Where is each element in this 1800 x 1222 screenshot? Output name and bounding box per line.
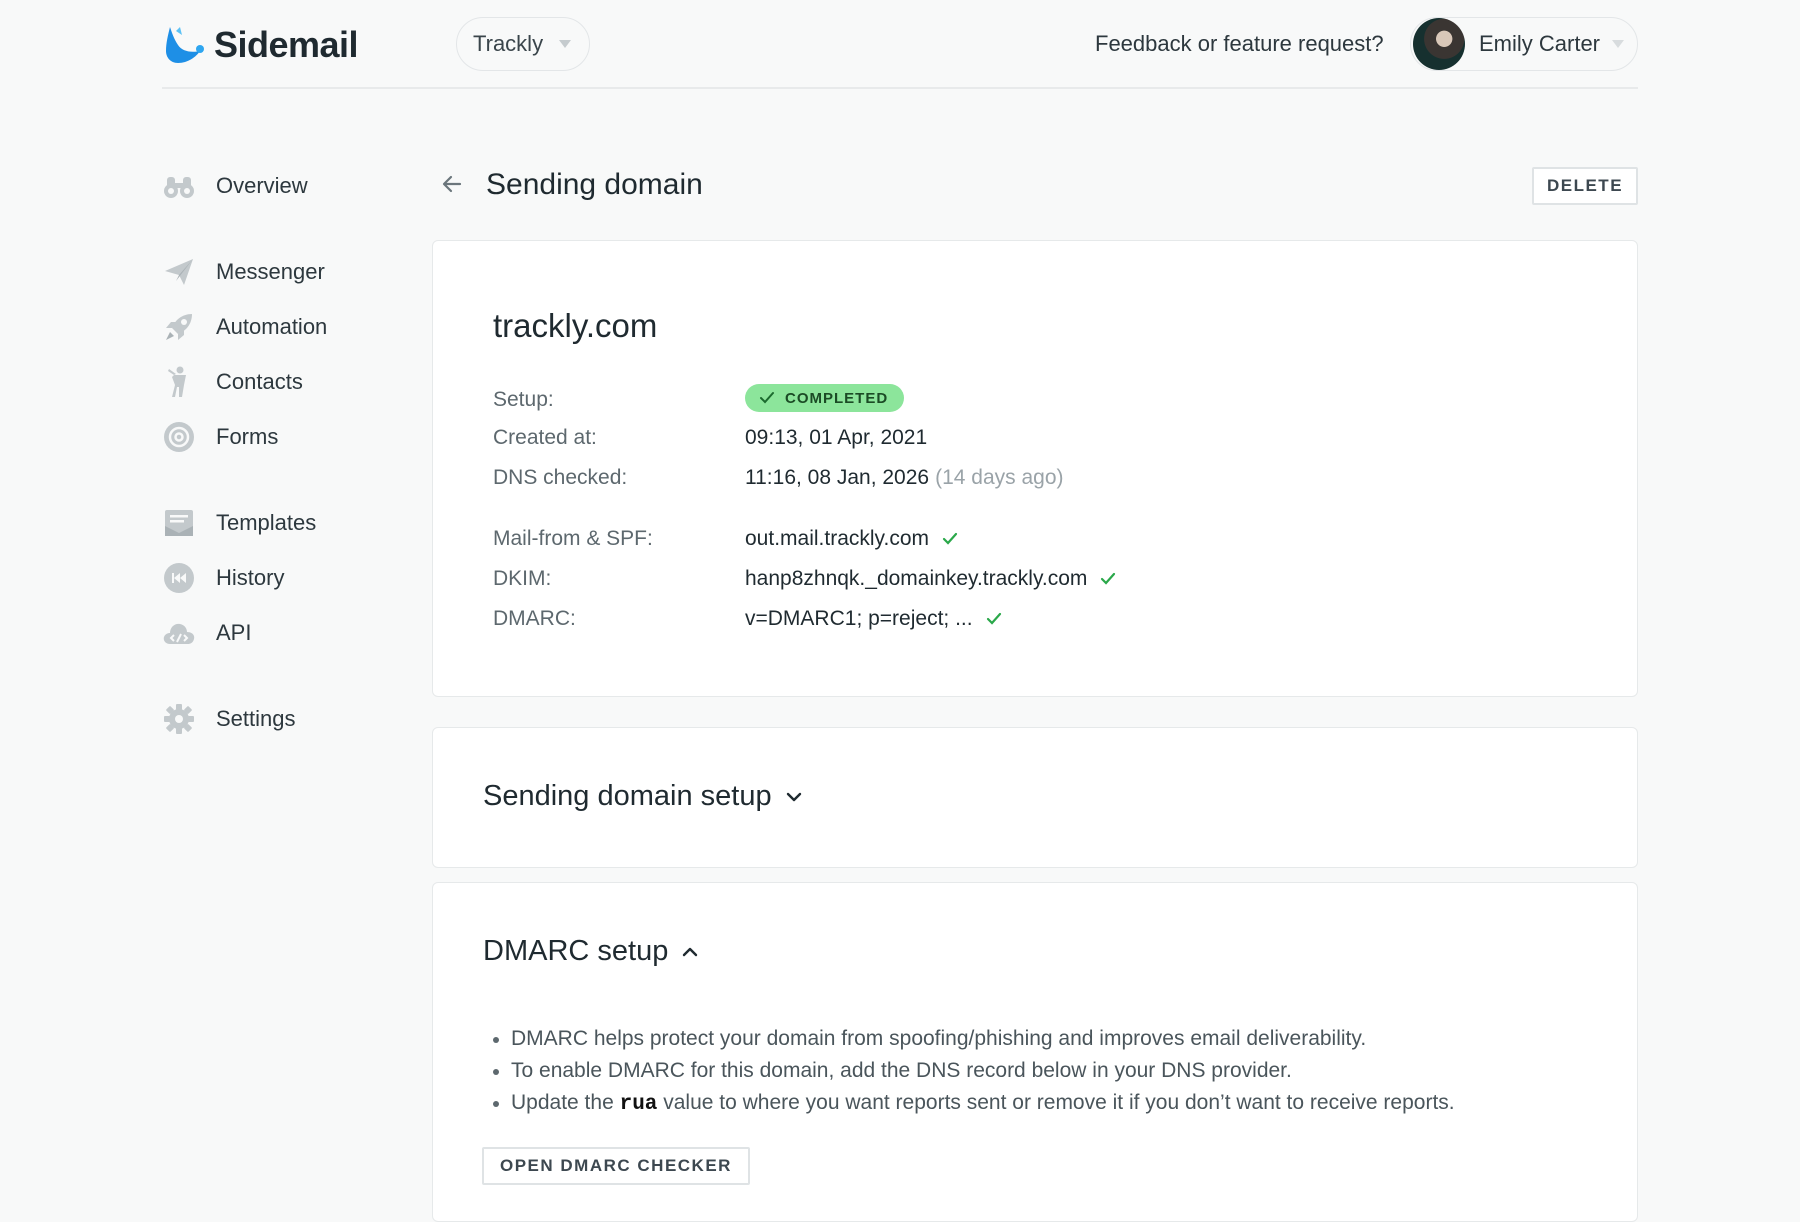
paper-plane-icon: [165, 259, 193, 285]
dns-relative-time: (14 days ago): [935, 466, 1064, 489]
brand-name: Sidemail: [214, 24, 359, 65]
check-icon: [1101, 572, 1116, 585]
list-item: To enable DMARC for this domain, add the…: [493, 1055, 1455, 1087]
sidebar-item-label: Automation: [216, 314, 328, 339]
sidebar-item-label: Forms: [216, 424, 279, 449]
section-title: DMARC setup: [483, 935, 669, 967]
status-badge-label: COMPLETED: [785, 389, 889, 407]
sidebar-item-label: API: [216, 620, 252, 645]
sidebar-item-messenger[interactable]: Messenger: [162, 252, 325, 292]
gear-icon: [164, 704, 194, 734]
top-header: Sidemail Trackly Feedback or feature req…: [162, 0, 1638, 89]
check-icon: [986, 612, 1001, 625]
dns-label: DNS checked:: [493, 466, 628, 489]
sending-domain-setup-toggle[interactable]: Sending domain setup: [483, 780, 804, 813]
dns-value: 11:16, 08 Jan, 2026 (14 days ago): [745, 466, 1064, 490]
dmarc-info-list: DMARC helps protect your domain from spo…: [493, 1023, 1455, 1121]
check-icon: [942, 532, 958, 545]
sidebar-item-overview[interactable]: Overview: [162, 166, 308, 206]
sidebar-item-contacts[interactable]: Contacts: [162, 362, 303, 402]
chevron-down-icon: [559, 40, 572, 48]
sidebar-item-label: History: [216, 565, 285, 590]
feedback-link[interactable]: Feedback or feature request?: [1095, 31, 1384, 57]
status-badge: COMPLETED: [745, 384, 905, 412]
dmarc-record: v=DMARC1; p=reject; ...: [745, 607, 973, 630]
sidebar-item-label: Messenger: [216, 259, 325, 284]
sidebar-item-api[interactable]: API: [162, 613, 251, 653]
dkim-value: hanp8zhnqk._domainkey.trackly.com: [745, 567, 1117, 591]
list-item-text: Update the: [511, 1091, 620, 1114]
chevron-up-icon: [683, 947, 698, 956]
page-title: Sending domain: [486, 168, 703, 201]
sidemail-logo-icon: [166, 27, 204, 63]
dmarc-setup-card: DMARC setup DMARC helps protect your dom…: [432, 882, 1638, 1222]
setup-label: Setup:: [493, 388, 554, 411]
domain-name: trackly.com: [493, 307, 658, 344]
dns-timestamp: 11:16, 08 Jan, 2026: [745, 466, 930, 489]
sidebar-item-history[interactable]: History: [162, 558, 284, 598]
chevron-down-icon: [786, 792, 801, 801]
mailfrom-label: Mail-from & SPF:: [493, 527, 653, 550]
rua-code: rua: [619, 1093, 658, 1116]
at-sign-icon: [164, 422, 194, 452]
list-item-text: value to where you want reports sent or …: [657, 1091, 1455, 1114]
domain-details-card: trackly.com Setup: COMPLETED Created at:…: [432, 240, 1638, 697]
sidebar-item-automation[interactable]: Automation: [162, 307, 327, 347]
brand-logo[interactable]: Sidemail: [162, 24, 359, 66]
sidebar-item-templates[interactable]: Templates: [162, 503, 316, 543]
rocket-icon: [166, 314, 192, 340]
project-select[interactable]: Trackly: [456, 17, 590, 71]
list-item: DMARC helps protect your domain from spo…: [493, 1023, 1455, 1055]
dkim-label: DKIM:: [493, 567, 552, 590]
created-label: Created at:: [493, 426, 597, 449]
dmarc-label: DMARC:: [493, 607, 576, 630]
project-name: Trackly: [473, 31, 544, 56]
user-name: Emily Carter: [1479, 31, 1601, 56]
sending-domain-setup-card: Sending domain setup: [432, 727, 1638, 868]
created-value: 09:13, 01 Apr, 2021: [745, 426, 928, 449]
mailfrom-record: out.mail.trackly.com: [745, 527, 929, 550]
open-dmarc-checker-button[interactable]: OPEN DMARC CHECKER: [482, 1147, 750, 1185]
avatar: [1413, 18, 1465, 70]
sidebar-item-label: Settings: [216, 706, 296, 731]
section-title: Sending domain setup: [483, 780, 772, 812]
sidebar-item-label: Templates: [216, 510, 317, 535]
sidebar-item-forms[interactable]: Forms: [162, 417, 278, 457]
sidebar-item-label: Overview: [216, 173, 308, 198]
list-item: Update the rua value to where you want r…: [493, 1087, 1455, 1121]
dkim-record: hanp8zhnqk._domainkey.trackly.com: [745, 567, 1088, 590]
page-title-row: Sending domain DELETE: [432, 160, 1638, 210]
person-icon: [168, 366, 186, 397]
delete-button[interactable]: DELETE: [1532, 167, 1638, 205]
sidebar-item-settings[interactable]: Settings: [162, 699, 296, 739]
dmarc-value: v=DMARC1; p=reject; ...: [745, 607, 1003, 631]
code-cloud-icon: [163, 623, 195, 644]
rewind-icon: [164, 563, 194, 593]
dmarc-setup-toggle[interactable]: DMARC setup: [483, 935, 700, 968]
user-menu[interactable]: Emily Carter: [1410, 17, 1638, 71]
binoculars-icon: [164, 177, 194, 198]
setup-value: COMPLETED: [745, 384, 905, 412]
envelope-icon: [165, 510, 193, 536]
chevron-down-icon: [1612, 40, 1625, 48]
sidebar-item-label: Contacts: [216, 369, 303, 394]
mailfrom-value: out.mail.trackly.com: [745, 527, 959, 551]
check-icon: [760, 392, 774, 404]
arrow-left-icon[interactable]: [440, 172, 464, 196]
